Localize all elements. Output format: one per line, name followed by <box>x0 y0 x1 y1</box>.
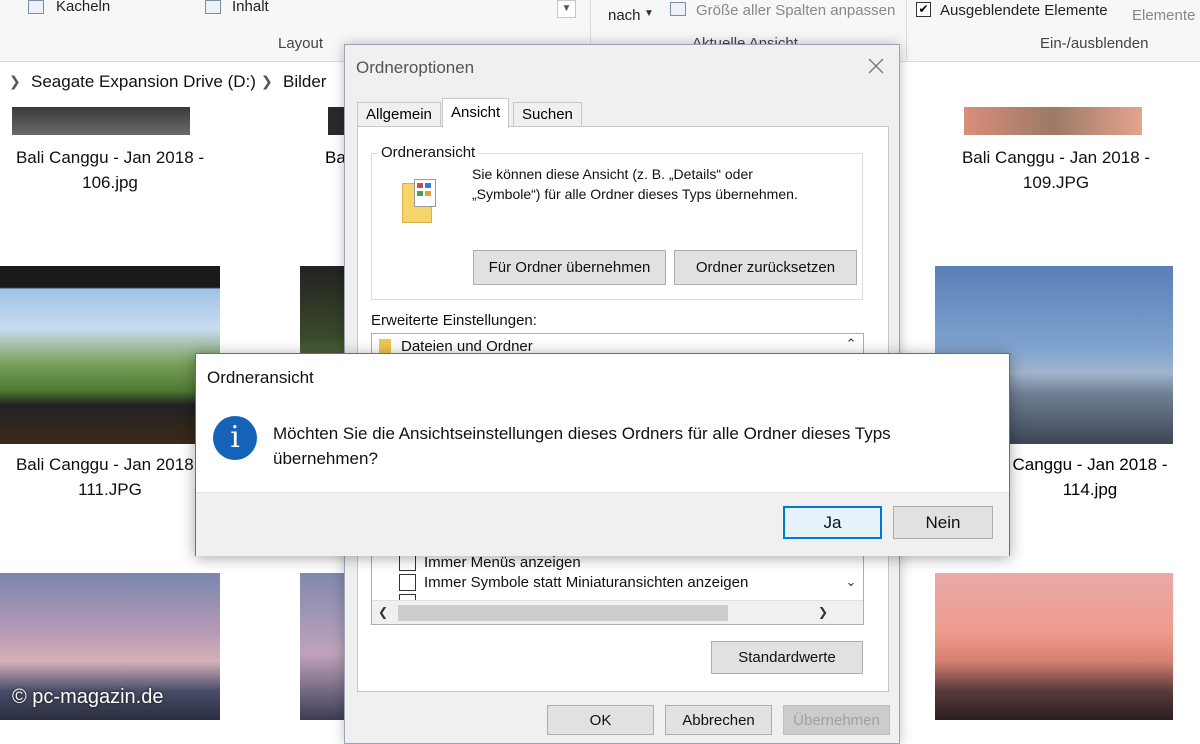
setting-checkbox[interactable] <box>399 574 416 591</box>
setting-label: Immer Symbole statt Miniaturansichten an… <box>424 574 749 591</box>
resize-columns-button[interactable]: Größe aller Spalten anpassen <box>696 2 895 19</box>
hidden-items-checkbox[interactable]: ✔ <box>916 2 931 17</box>
photo-thumbnail[interactable] <box>935 573 1173 720</box>
file-name[interactable]: Bali Canggu - Jan 2018 - 106.jpg <box>0 145 220 195</box>
chevron-right-icon: ❯ <box>261 73 273 89</box>
folder-icon <box>402 179 436 223</box>
cancel-button[interactable]: Abbrechen <box>665 705 772 735</box>
message-line1: Möchten Sie die Ansichtseinstellungen di… <box>273 424 891 443</box>
setting-checkbox[interactable] <box>399 554 416 571</box>
defaults-button[interactable]: Standardwerte <box>711 641 863 674</box>
scrollbar-thumb[interactable] <box>398 605 728 621</box>
tab-view[interactable]: Ansicht <box>442 98 510 128</box>
breadcrumb-folder[interactable]: Bilder <box>283 72 326 92</box>
close-icon[interactable] <box>867 57 885 75</box>
photo-thumbnail[interactable] <box>964 107 1142 135</box>
tab-search[interactable]: Suchen <box>513 102 582 126</box>
layout-expand-icon[interactable]: ▼ <box>557 0 576 18</box>
resize-columns-icon <box>670 2 686 16</box>
breadcrumb-drive[interactable]: Seagate Expansion Drive (D:) <box>31 72 256 92</box>
file-name[interactable]: Canggu - Jan 2018 - 114.jpg <box>1010 452 1170 502</box>
info-icon: i <box>213 416 257 460</box>
layout-group-label: Layout <box>278 35 324 52</box>
ok-button[interactable]: OK <box>547 705 654 735</box>
sort-by-button[interactable]: nach <box>608 7 641 24</box>
ribbon-divider <box>906 0 907 60</box>
tiles-icon <box>28 0 44 14</box>
reset-folders-button[interactable]: Ordner zurücksetzen <box>674 250 857 285</box>
photo-thumbnail[interactable] <box>328 107 344 135</box>
file-name[interactable]: Bali Canggu - Jan 2018 - 109.JPG <box>946 145 1166 195</box>
group-title: Ordneransicht <box>378 143 479 163</box>
file-name[interactable]: Bali Canggu - Jan 2018 - 111.JPG <box>0 452 220 502</box>
advanced-settings-label: Erweiterte Einstellungen: <box>371 312 537 329</box>
scroll-left-icon[interactable]: ❮ <box>378 605 388 619</box>
copyright-watermark: © pc-magazin.de <box>12 686 164 708</box>
file-name[interactable]: Ba <box>325 145 346 170</box>
apply-button[interactable]: Übernehmen <box>783 705 890 735</box>
tab-general[interactable]: Allgemein <box>357 102 441 126</box>
photo-thumbnail[interactable] <box>300 573 344 720</box>
yes-button[interactable]: Ja <box>783 506 882 539</box>
horizontal-scrollbar[interactable]: ❮ ❯ <box>372 600 863 624</box>
content-view-option[interactable]: Inhalt <box>232 0 269 15</box>
dialog-footer: Ja Nein <box>196 492 1009 556</box>
photo-thumbnail[interactable] <box>0 266 220 444</box>
message-line2: übernehmen? <box>273 449 378 468</box>
tiles-view-option[interactable]: Kacheln <box>56 0 110 15</box>
folder-icon <box>379 339 391 353</box>
hide-selected-button[interactable]: Elemente a <box>1132 7 1200 24</box>
setting-label: Immer Menüs anzeigen <box>424 554 581 571</box>
apply-to-folders-button[interactable]: Für Ordner übernehmen <box>473 250 666 285</box>
hidden-items-label: Ausgeblendete Elemente <box>940 2 1108 19</box>
confirm-dialog: Ordneransicht i Möchten Sie die Ansichts… <box>195 353 1010 556</box>
show-hide-group-label: Ein-/ausblenden <box>1040 35 1149 52</box>
dialog-title: Ordneroptionen <box>356 58 475 77</box>
dialog-title: Ordneransicht <box>207 368 314 387</box>
photo-thumbnail[interactable] <box>12 107 190 135</box>
no-button[interactable]: Nein <box>893 506 993 539</box>
description-text-line2: „Symbole“) für alle Ordner dieses Typs ü… <box>472 186 798 202</box>
scroll-right-icon[interactable]: ❯ <box>818 605 828 619</box>
chevron-right-icon: ❯ <box>9 73 21 89</box>
content-icon <box>205 0 221 14</box>
chevron-down-icon: ▼ <box>644 8 654 19</box>
scroll-down-icon[interactable]: ⌄ <box>840 574 862 594</box>
description-text-line1: Sie können diese Ansicht (z. B. „Details… <box>472 166 753 182</box>
